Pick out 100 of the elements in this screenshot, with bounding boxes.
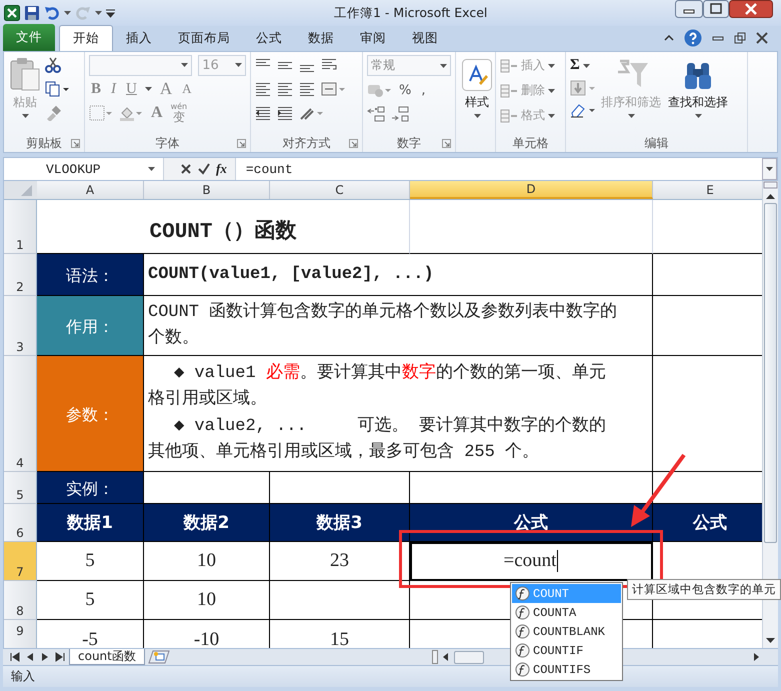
decrease-decimal-icon[interactable]: [391, 106, 409, 122]
maximize-button[interactable]: [703, 0, 729, 18]
dropdown-caret-icon[interactable]: [148, 167, 155, 171]
table-cell: 15: [330, 628, 349, 648]
merge-center-icon[interactable]: [321, 81, 345, 97]
spreadsheet-logo-icon: [4, 5, 20, 21]
undo-icon[interactable]: [44, 5, 60, 21]
fill-color-icon[interactable]: [119, 105, 143, 121]
dropdown-caret-icon[interactable]: [694, 114, 702, 118]
enter-icon[interactable]: [198, 163, 210, 175]
insert-cells-icon: [500, 58, 518, 74]
scissors-icon[interactable]: [45, 57, 61, 73]
undo-caret-icon[interactable]: [64, 11, 71, 15]
column-header[interactable]: C: [270, 181, 410, 199]
copy-icon[interactable]: [45, 81, 69, 97]
redo-caret-icon[interactable]: [95, 11, 102, 15]
formula-input[interactable]: =count: [236, 162, 762, 176]
font-name-field[interactable]: [89, 54, 192, 76]
row-header[interactable]: 1: [4, 200, 37, 254]
help-icon[interactable]: [684, 29, 702, 47]
ribbon-tab[interactable]: 视图: [399, 26, 451, 51]
scrollbar-thumb[interactable]: [454, 650, 484, 664]
dialog-launcher-icon[interactable]: [71, 139, 80, 148]
ribbon-tab[interactable]: 审阅: [347, 26, 399, 51]
dropdown-caret-icon[interactable]: [235, 63, 242, 67]
label-cell: 作用：: [37, 296, 144, 356]
row-header[interactable]: 2: [4, 254, 37, 296]
decrease-indent-icon[interactable]: [255, 105, 271, 121]
table-cell: 23: [330, 550, 349, 572]
borders-icon[interactable]: [89, 105, 113, 121]
styles-button[interactable]: 样式: [460, 55, 494, 132]
autocomplete-item[interactable]: COUNTA: [512, 603, 621, 622]
group-label: 编辑: [644, 135, 668, 152]
scrollbar-thumb[interactable]: [764, 203, 777, 543]
split-handle[interactable]: [763, 181, 778, 189]
status-mode: 输入: [11, 668, 35, 685]
new-sheet-icon[interactable]: [148, 650, 170, 664]
increase-indent-icon[interactable]: [277, 105, 293, 121]
ribbon-tab[interactable]: 开始: [59, 25, 113, 51]
restore-workbook-icon[interactable]: [734, 32, 746, 44]
underline-caret-icon[interactable]: [144, 87, 152, 91]
row-header[interactable]: 6: [4, 504, 37, 542]
cell-input[interactable]: =count: [504, 550, 556, 572]
last-sheet-icon[interactable]: [54, 651, 66, 663]
increase-decimal-icon[interactable]: [367, 106, 385, 122]
dropdown-caret-icon[interactable]: [440, 64, 447, 68]
ribbon-tab[interactable]: 页面布局: [165, 26, 243, 51]
close-button[interactable]: [729, 0, 773, 18]
ribbon-tab[interactable]: 数据: [295, 26, 347, 51]
ribbon-tab[interactable]: 插入: [113, 26, 165, 51]
cancel-icon[interactable]: [180, 163, 192, 175]
row-header[interactable]: 7: [4, 542, 37, 581]
table-cell: 5: [85, 589, 95, 611]
function-icon: [515, 605, 530, 620]
autocomplete-item[interactable]: COUNTIFS: [512, 660, 621, 679]
row-header[interactable]: 8: [4, 581, 37, 620]
dialog-launcher-icon[interactable]: [237, 139, 246, 148]
dropdown-caret-icon[interactable]: [582, 64, 590, 68]
row-header[interactable]: 9: [4, 620, 37, 648]
column-header[interactable]: B: [144, 181, 270, 199]
format-painter-icon[interactable]: [45, 105, 61, 121]
group-label: 字体: [156, 135, 180, 152]
collapse-ribbon-icon[interactable]: [664, 35, 674, 41]
label-cell: 语法：: [37, 254, 144, 296]
ribbon-tab[interactable]: 公式: [243, 26, 295, 51]
file-menu-tab[interactable]: 文件: [3, 24, 55, 51]
column-header[interactable]: E: [653, 181, 762, 199]
styles-caret-icon[interactable]: [474, 114, 480, 118]
expand-formula-bar-icon[interactable]: [762, 158, 777, 180]
align-right-icon[interactable]: [299, 81, 315, 97]
label-cell: 参数：: [37, 356, 144, 472]
column-header[interactable]: A: [37, 181, 144, 199]
table-cell: -5: [82, 628, 98, 648]
row-header[interactable]: 5: [4, 472, 37, 504]
save-icon[interactable]: [24, 5, 40, 21]
first-sheet-icon[interactable]: [9, 651, 21, 663]
fill-down-icon[interactable]: [570, 80, 596, 96]
group-label: 剪贴板: [26, 135, 62, 152]
close-workbook-icon[interactable]: [756, 32, 768, 44]
dialog-launcher-icon[interactable]: [442, 139, 451, 148]
row-header[interactable]: 3: [4, 296, 37, 356]
autocomplete-item[interactable]: COUNTBLANK: [512, 622, 621, 641]
autosum-button[interactable]: Σ: [570, 57, 596, 74]
insert-function-button[interactable]: fx: [216, 161, 227, 177]
align-center-icon[interactable]: [277, 81, 293, 97]
eraser-icon[interactable]: [570, 102, 596, 118]
autocomplete-item[interactable]: COUNTIF: [512, 641, 621, 660]
align-left-icon[interactable]: [255, 81, 271, 97]
comma-style-button[interactable]: ,: [419, 82, 428, 98]
column-header[interactable]: D: [410, 181, 653, 199]
table-cell: 5: [85, 550, 95, 572]
styles-icon: [462, 59, 492, 91]
sheet-tab[interactable]: count函数: [69, 649, 145, 665]
customize-toolbar-icon[interactable]: [106, 8, 115, 18]
find-select-button[interactable]: 查找和选择: [666, 55, 730, 132]
dropdown-caret-icon[interactable]: [181, 63, 188, 67]
dialog-launcher-icon[interactable]: [349, 139, 358, 148]
row-header[interactable]: 4: [4, 356, 37, 472]
percent-button[interactable]: %: [397, 82, 414, 98]
minimize-button[interactable]: [675, 0, 703, 18]
